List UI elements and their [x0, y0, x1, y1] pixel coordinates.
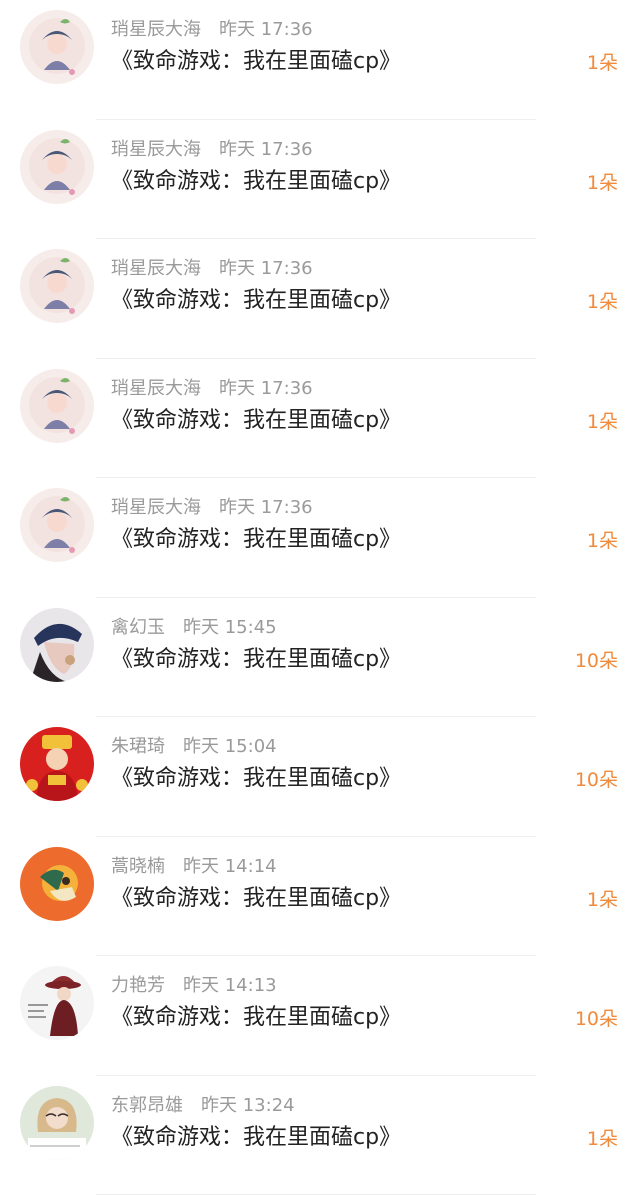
user-name[interactable]: 东郭昂雄: [111, 1095, 183, 1116]
timestamp: 昨天 17:36: [219, 378, 313, 399]
gift-count: 10朵: [575, 765, 618, 795]
book-title[interactable]: 《致命游戏：我在里面磕cp》: [111, 405, 401, 437]
timestamp: 昨天 17:36: [219, 139, 313, 160]
gift-count: 1朵: [587, 1124, 618, 1154]
list-item[interactable]: 东郭昂雄昨天 13:24 《致命游戏：我在里面磕cp》 1朵: [0, 1076, 640, 1195]
book-title[interactable]: 《致命游戏：我在里面磕cp》: [111, 166, 401, 198]
book-title[interactable]: 《致命游戏：我在里面磕cp》: [111, 763, 401, 795]
meta-line: 朱珺琦昨天 15:04: [111, 734, 277, 760]
timestamp: 昨天 17:36: [219, 258, 313, 279]
user-name[interactable]: 禽幻玉: [111, 617, 165, 638]
meta-line: 琑星辰大海昨天 17:36: [111, 137, 313, 163]
gift-count: 1朵: [587, 287, 618, 317]
book-title[interactable]: 《致命游戏：我在里面磕cp》: [111, 883, 401, 915]
list-item[interactable]: 蒿晓楠昨天 14:14 《致命游戏：我在里面磕cp》 1朵: [0, 837, 640, 957]
meta-line: 琑星辰大海昨天 17:36: [111, 495, 313, 521]
avatar[interactable]: [20, 488, 94, 562]
meta-line: 琑星辰大海昨天 17:36: [111, 376, 313, 402]
timestamp: 昨天 17:36: [219, 19, 313, 40]
timestamp: 昨天 15:45: [183, 617, 277, 638]
list-item[interactable]: 琑星辰大海昨天 17:36 《致命游戏：我在里面磕cp》 1朵: [0, 0, 640, 120]
gift-count: 1朵: [587, 48, 618, 78]
timestamp: 昨天 15:04: [183, 736, 277, 757]
meta-line: 琑星辰大海昨天 17:36: [111, 256, 313, 282]
timestamp: 昨天 17:36: [219, 497, 313, 518]
book-title[interactable]: 《致命游戏：我在里面磕cp》: [111, 46, 401, 78]
list-item[interactable]: 琑星辰大海昨天 17:36 《致命游戏：我在里面磕cp》 1朵: [0, 120, 640, 240]
list-item[interactable]: 力艳芳昨天 14:13 《致命游戏：我在里面磕cp》 10朵: [0, 956, 640, 1076]
gift-count: 1朵: [587, 407, 618, 437]
list-item[interactable]: 琑星辰大海昨天 17:36 《致命游戏：我在里面磕cp》 1朵: [0, 359, 640, 479]
meta-line: 东郭昂雄昨天 13:24: [111, 1093, 295, 1119]
timestamp: 昨天 14:14: [183, 856, 277, 877]
avatar[interactable]: [20, 369, 94, 443]
user-name[interactable]: 力艳芳: [111, 975, 165, 996]
meta-line: 力艳芳昨天 14:13: [111, 973, 277, 999]
gift-count: 1朵: [587, 885, 618, 915]
avatar[interactable]: [20, 249, 94, 323]
avatar[interactable]: [20, 10, 94, 84]
timestamp: 昨天 13:24: [201, 1095, 295, 1116]
gift-count: 1朵: [587, 526, 618, 556]
meta-line: 蒿晓楠昨天 14:14: [111, 854, 277, 880]
list-item[interactable]: 朱珺琦昨天 15:04 《致命游戏：我在里面磕cp》 10朵: [0, 717, 640, 837]
user-name[interactable]: 朱珺琦: [111, 736, 165, 757]
timestamp: 昨天 14:13: [183, 975, 277, 996]
book-title[interactable]: 《致命游戏：我在里面磕cp》: [111, 524, 401, 556]
gift-count: 10朵: [575, 646, 618, 676]
user-name[interactable]: 蒿晓楠: [111, 856, 165, 877]
avatar[interactable]: [20, 847, 94, 921]
gift-count: 10朵: [575, 1004, 618, 1034]
book-title[interactable]: 《致命游戏：我在里面磕cp》: [111, 285, 401, 317]
book-title[interactable]: 《致命游戏：我在里面磕cp》: [111, 1122, 401, 1154]
gift-count: 1朵: [587, 168, 618, 198]
gift-record-list: 琑星辰大海昨天 17:36 《致命游戏：我在里面磕cp》 1朵 琑星辰大海昨天 …: [0, 0, 640, 1179]
list-item[interactable]: 琑星辰大海昨天 17:36 《致命游戏：我在里面磕cp》 1朵: [0, 239, 640, 359]
user-name[interactable]: 琑星辰大海: [111, 258, 201, 279]
user-name[interactable]: 琑星辰大海: [111, 139, 201, 160]
book-title[interactable]: 《致命游戏：我在里面磕cp》: [111, 1002, 401, 1034]
list-item[interactable]: 禽幻玉昨天 15:45 《致命游戏：我在里面磕cp》 10朵: [0, 598, 640, 718]
avatar[interactable]: [20, 966, 94, 1040]
meta-line: 禽幻玉昨天 15:45: [111, 615, 277, 641]
user-name[interactable]: 琑星辰大海: [111, 378, 201, 399]
avatar[interactable]: [20, 608, 94, 682]
user-name[interactable]: 琑星辰大海: [111, 19, 201, 40]
avatar[interactable]: [20, 130, 94, 204]
avatar[interactable]: [20, 727, 94, 801]
user-name[interactable]: 琑星辰大海: [111, 497, 201, 518]
book-title[interactable]: 《致命游戏：我在里面磕cp》: [111, 644, 401, 676]
list-item[interactable]: 琑星辰大海昨天 17:36 《致命游戏：我在里面磕cp》 1朵: [0, 478, 640, 598]
avatar[interactable]: [20, 1086, 94, 1160]
meta-line: 琑星辰大海昨天 17:36: [111, 17, 313, 43]
